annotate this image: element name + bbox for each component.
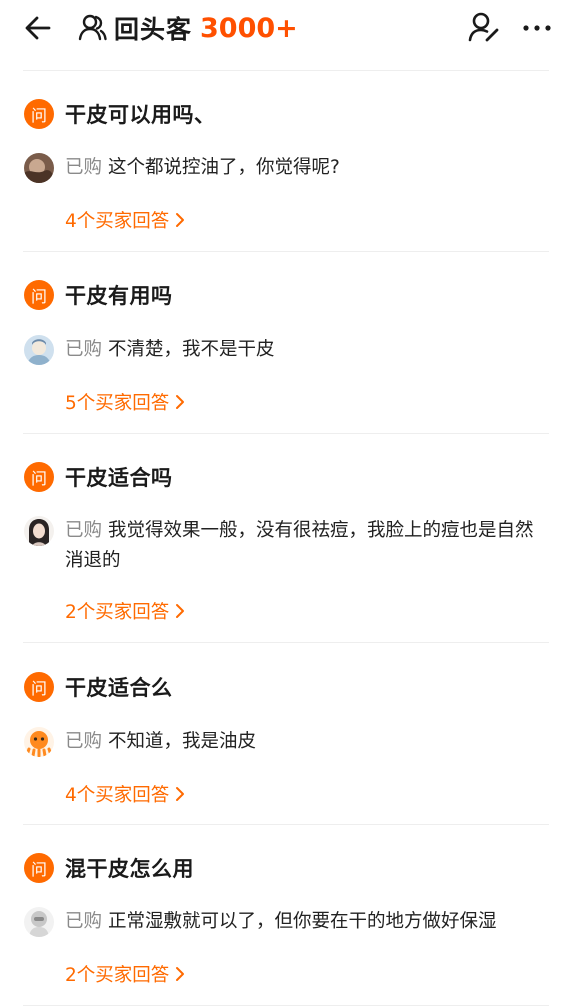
answers-link[interactable]: 5个买家回答	[65, 389, 185, 415]
answers-count-label: 2个买家回答	[65, 602, 170, 623]
avatar	[24, 335, 54, 365]
answers-count-label: 5个买家回答	[65, 393, 170, 414]
answers-link[interactable]: 2个买家回答	[65, 961, 185, 987]
question-row: 问 干皮有用吗	[24, 279, 173, 311]
back-arrow-icon[interactable]	[20, 10, 56, 46]
user-edit-icon[interactable]	[466, 10, 500, 44]
answers-count-label: 4个买家回答	[65, 211, 170, 232]
answers-count-label: 2个买家回答	[65, 965, 170, 986]
answers-link[interactable]: 4个买家回答	[65, 207, 185, 233]
question-row: 问 干皮可以用吗、	[24, 98, 216, 130]
answer-text: 我觉得效果一般，没有很祛痘，我脸上的痘也是自然消退的	[65, 520, 534, 571]
question-row: 问 混干皮怎么用	[24, 852, 194, 884]
answers-link[interactable]: 4个买家回答	[65, 781, 185, 807]
users-icon	[78, 14, 107, 41]
more-icon[interactable]	[520, 14, 554, 42]
avatar	[24, 153, 54, 183]
page-title: 回头客 3000+	[76, 10, 298, 46]
answer-text: 不清楚，我不是干皮	[108, 339, 275, 360]
answer-text: 正常湿敷就可以了，但你要在干的地方做好保湿	[108, 911, 497, 932]
page-title-text: 回头客	[114, 15, 193, 44]
divider	[23, 824, 549, 825]
divider	[23, 642, 549, 643]
question-row: 问 干皮适合么	[24, 671, 173, 703]
question-text: 干皮适合么	[65, 676, 173, 700]
bought-label: 已购	[65, 731, 103, 752]
chevron-right-icon	[176, 604, 185, 618]
answers-count-label: 4个买家回答	[65, 785, 170, 806]
divider	[23, 433, 549, 434]
question-row: 问 干皮适合吗	[24, 461, 173, 493]
bought-label: 已购	[65, 520, 103, 541]
answer-text: 这个都说控油了，你觉得呢?	[108, 157, 340, 178]
avatar	[24, 727, 54, 757]
divider	[23, 1005, 549, 1006]
question-badge: 问	[24, 462, 54, 492]
bought-label: 已购	[65, 911, 103, 932]
chevron-right-icon	[176, 213, 185, 227]
question-badge: 问	[24, 280, 54, 310]
divider	[23, 251, 549, 252]
avatar	[24, 516, 54, 546]
chevron-right-icon	[176, 967, 185, 981]
returning-customer-count: 3000+	[200, 12, 298, 44]
top-nav-bar: 回头客 3000+	[0, 0, 575, 60]
question-badge: 问	[24, 853, 54, 883]
bought-label: 已购	[65, 339, 103, 360]
question-badge: 问	[24, 99, 54, 129]
question-badge: 问	[24, 672, 54, 702]
question-text: 干皮可以用吗、	[65, 103, 216, 127]
question-text: 混干皮怎么用	[65, 857, 194, 881]
divider	[23, 70, 549, 71]
bought-label: 已购	[65, 157, 103, 178]
answer-text: 不知道，我是油皮	[108, 731, 257, 752]
answers-link[interactable]: 2个买家回答	[65, 598, 185, 624]
question-text: 干皮适合吗	[65, 466, 173, 490]
question-text: 干皮有用吗	[65, 284, 173, 308]
avatar	[24, 907, 54, 937]
chevron-right-icon	[176, 787, 185, 801]
chevron-right-icon	[176, 395, 185, 409]
